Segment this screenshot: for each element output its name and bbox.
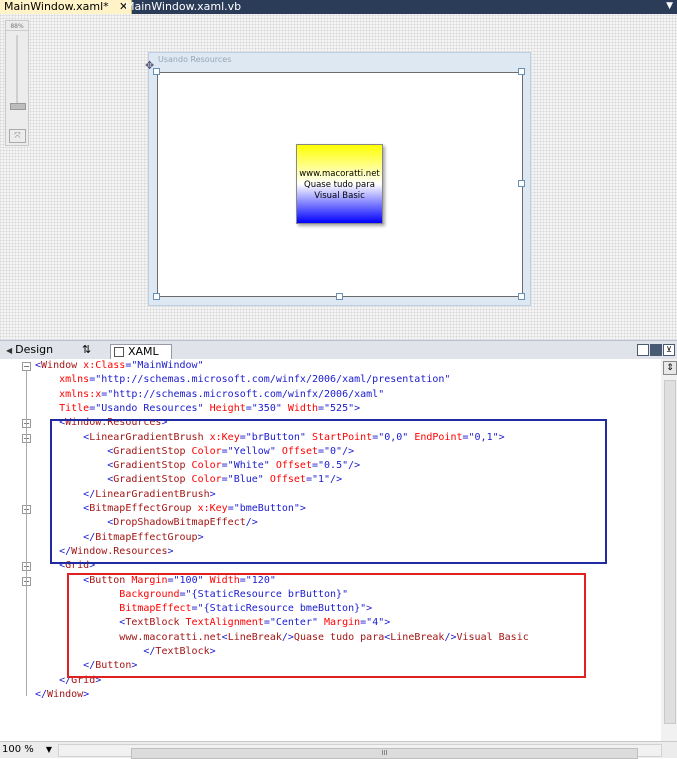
- code-line: xmlns="http://schemas.microsoft.com/winf…: [35, 373, 450, 387]
- chevron-down-icon: ▼: [45, 745, 52, 754]
- chevron-down-icon[interactable]: ▼: [666, 1, 673, 11]
- horizontal-split-icon[interactable]: [650, 344, 662, 356]
- button-text-line: Visual Basic: [314, 191, 365, 201]
- zoom-track[interactable]: [16, 35, 18, 105]
- code-token: Window: [41, 360, 78, 371]
- code-token: ="350": [245, 402, 282, 414]
- resize-handle[interactable]: [518, 180, 525, 187]
- button-text-line: Quase tudo para: [304, 180, 375, 190]
- vertical-scroll-thumb[interactable]: [664, 380, 676, 724]
- zoom-dropdown[interactable]: 100 % ▼: [2, 743, 54, 756]
- tab-xaml-label: XAML: [128, 345, 159, 358]
- code-line: xmlns:x="http://schemas.microsoft.com/wi…: [35, 388, 384, 402]
- code-token: xmlns:x: [59, 388, 102, 400]
- zoom-slider[interactable]: 88% ⤧: [5, 20, 29, 146]
- split-handle-icon[interactable]: ⇕: [663, 361, 677, 375]
- outline-line: [26, 371, 27, 696]
- collapse-pane-icon[interactable]: ⊻: [663, 344, 675, 356]
- vertical-split-icon[interactable]: [637, 344, 649, 356]
- zoom-percent-label: 88%: [6, 23, 28, 31]
- button-text-line: www.macoratti.net: [299, 169, 380, 179]
- resize-handle[interactable]: [518, 293, 525, 300]
- tab-mainwindow-xaml-vb[interactable]: MainWindow.xaml.vb: [125, 0, 241, 14]
- triangle-left-icon: ◀: [6, 346, 13, 355]
- code-token: ="Usando Resources": [89, 402, 204, 414]
- code-token: ="MainWindow": [125, 360, 204, 371]
- code-token: xmlns: [59, 374, 90, 386]
- code-token: x:Class: [77, 360, 126, 371]
- collapse-toggle-icon[interactable]: −: [22, 362, 31, 371]
- editor-status-bar: 100 % ▼ III: [0, 741, 677, 759]
- tab-mainwindow-xaml[interactable]: MainWindow.xaml* ✕: [0, 0, 132, 14]
- horizontal-scrollbar[interactable]: III: [58, 744, 662, 759]
- resize-handle[interactable]: [153, 293, 160, 300]
- zoom-fit-icon[interactable]: ⤧: [9, 129, 26, 143]
- tab-label: MainWindow.xaml*: [4, 0, 109, 13]
- code-token: >: [83, 688, 90, 700]
- code-line: Title="Usando Resources" Height="350" Wi…: [35, 402, 360, 416]
- swap-panes-icon[interactable]: ⇅: [82, 343, 91, 357]
- resize-handle[interactable]: [336, 293, 343, 300]
- code-token: Title: [59, 402, 90, 414]
- outline-gutter: −−−−−−: [0, 359, 31, 741]
- code-token: ="http://schemas.microsoft.com/winfx/200…: [89, 374, 451, 386]
- code-token: Window: [47, 688, 84, 700]
- button-highlight: [67, 573, 586, 678]
- zoom-thumb[interactable]: [10, 103, 26, 110]
- document-tab-strip: MainWindow.xaml* ✕ MainWindow.xaml.vb ▼: [0, 0, 677, 14]
- code-line: <Window x:Class="MainWindow": [35, 359, 204, 373]
- view-switch-bar: ◀ Design ⇅ XAML ⊻: [0, 340, 677, 360]
- zoom-value: 100 %: [2, 744, 34, 755]
- code-token: Width: [281, 402, 318, 414]
- code-token: ="525">: [318, 402, 361, 414]
- resize-handle[interactable]: [153, 68, 160, 75]
- code-token: ="http://schemas.microsoft.com/winfx/200…: [101, 388, 385, 400]
- gradient-button-preview[interactable]: www.macoratti.net Quase tudo para Visual…: [296, 144, 383, 224]
- window-resources-highlight: [50, 419, 607, 564]
- code-line: </Window>: [35, 688, 89, 702]
- code-token: </: [35, 688, 48, 700]
- tab-xaml[interactable]: XAML: [110, 344, 172, 359]
- horizontal-scroll-thumb[interactable]: III: [131, 748, 638, 759]
- designer-window-title: Usando Resources: [158, 55, 232, 64]
- tab-design-label: Design: [15, 343, 54, 356]
- code-token: Height: [203, 402, 246, 414]
- resize-handle[interactable]: [518, 68, 525, 75]
- tab-design[interactable]: ◀ Design: [6, 343, 53, 357]
- xaml-file-icon: [114, 347, 124, 357]
